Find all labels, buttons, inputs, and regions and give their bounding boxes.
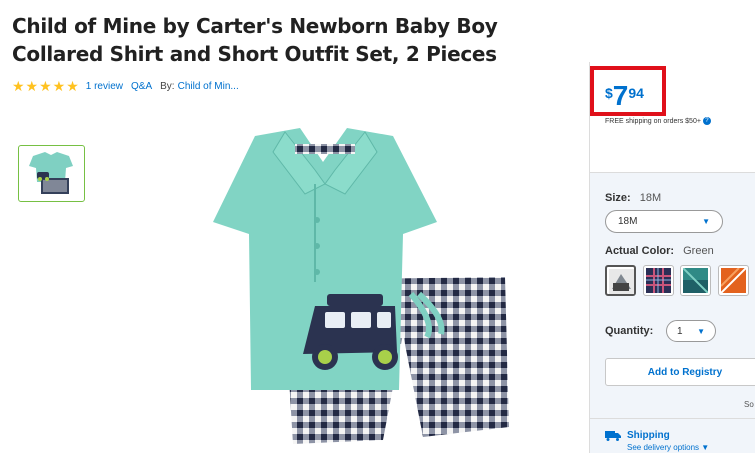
color-swatch-green[interactable] — [605, 265, 636, 296]
delivery-options-text: See delivery options — [627, 443, 700, 452]
rating-row: ★★★★★ 1 review Q&A By: Child of Min... — [12, 78, 247, 95]
color-swatch-orange[interactable] — [718, 265, 749, 296]
question-icon[interactable]: ? — [702, 117, 711, 125]
quantity-value: 1 — [677, 325, 683, 337]
shipping-title: Shipping — [627, 430, 670, 441]
chevron-down-icon: ▼ — [702, 217, 710, 226]
reviews-link[interactable]: 1 review — [86, 81, 123, 92]
add-to-registry-button[interactable]: Add to Registry — [605, 358, 755, 386]
product-main-image[interactable] — [165, 122, 515, 453]
size-label: Size: — [605, 192, 631, 204]
quantity-select[interactable]: 1 ▼ — [666, 320, 716, 342]
product-thumbnail[interactable] — [18, 145, 85, 202]
product-title: Child of Mine by Carter's Newborn Baby B… — [12, 14, 498, 66]
delivery-options-link[interactable]: See delivery options ▼ — [627, 443, 709, 452]
quantity-label-row: Quantity: — [605, 325, 659, 337]
chevron-down-icon: ▼ — [697, 326, 705, 336]
color-value: Green — [683, 245, 714, 257]
price-dollars: 7 — [612, 80, 629, 111]
price: $ 7 94 — [605, 82, 644, 110]
quantity-label: Quantity: — [605, 325, 654, 337]
size-select-value: 18M — [618, 216, 638, 227]
star-rating-icon[interactable]: ★★★★★ — [12, 78, 80, 95]
chevron-down-icon: ▼ — [701, 443, 710, 452]
brand-link[interactable]: Child of Min... — [178, 81, 239, 92]
color-label-row: Actual Color: Green — [605, 245, 714, 257]
divider — [590, 418, 755, 419]
free-shipping-note: FREE shipping on orders $50+ ? — [605, 117, 711, 125]
by-label: By: — [160, 81, 175, 92]
color-label: Actual Color: — [605, 245, 675, 257]
truck-icon — [605, 431, 621, 441]
color-swatch-navy-plaid[interactable] — [643, 265, 674, 296]
qa-link[interactable]: Q&A — [131, 81, 152, 92]
color-swatch-teal[interactable] — [680, 265, 711, 296]
price-cents: 94 — [628, 85, 644, 101]
free-shipping-text: FREE shipping on orders $50+ — [605, 117, 701, 125]
shipping-row[interactable]: Shipping See delivery options ▼ — [605, 430, 709, 452]
size-select[interactable]: 18M ▼ — [605, 210, 723, 233]
cut-off-text: So — [744, 400, 754, 409]
price-currency: $ — [605, 85, 613, 101]
size-value: 18M — [639, 192, 662, 204]
size-label-row: Size: 18M — [605, 192, 661, 204]
